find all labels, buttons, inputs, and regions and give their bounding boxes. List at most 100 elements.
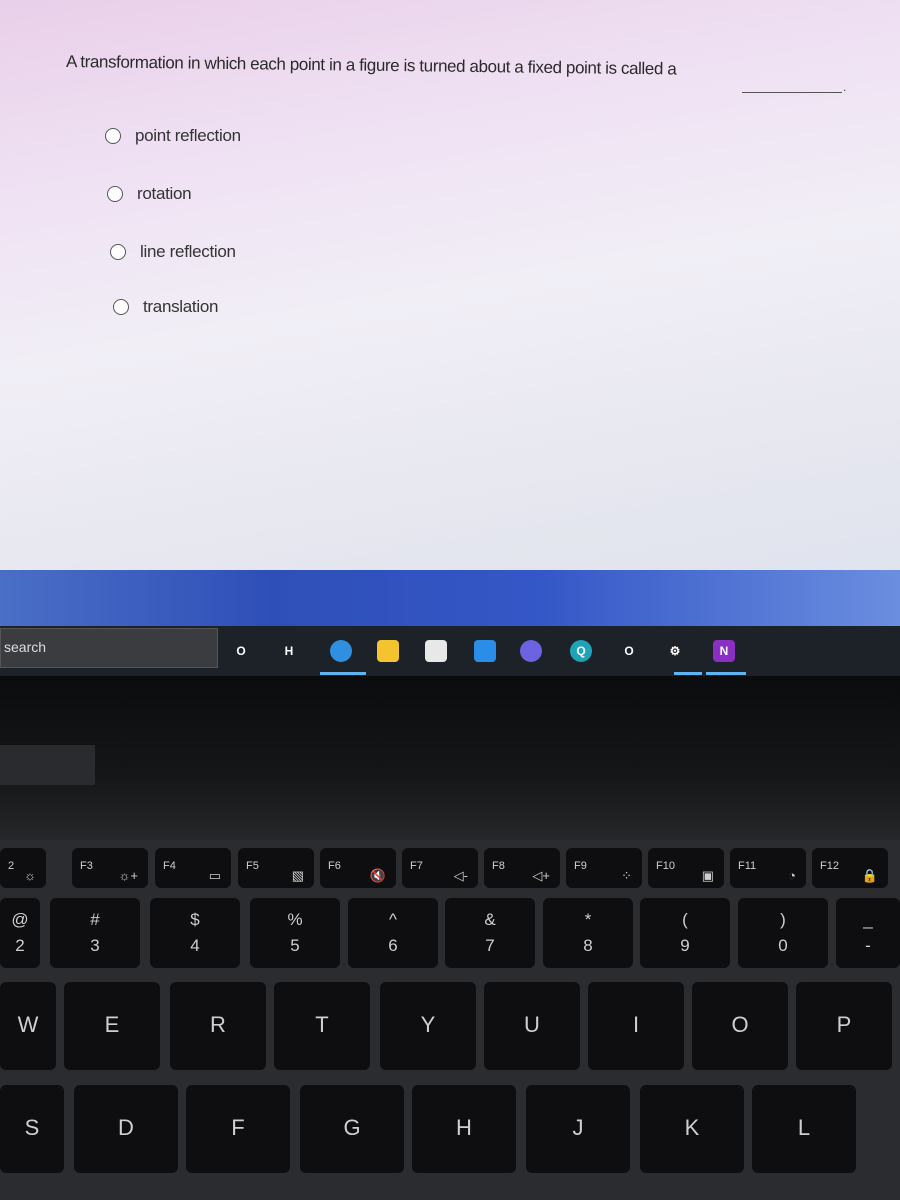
desktop-wallpaper: [0, 570, 900, 630]
onenote-icon[interactable]: N: [713, 640, 735, 662]
file-explorer-icon[interactable]: [377, 640, 399, 662]
key-label: 0: [778, 936, 788, 955]
answer-blank: [742, 92, 842, 93]
key-s[interactable]: S: [0, 1085, 64, 1173]
key-8[interactable]: * 8: [543, 898, 633, 968]
option-translation[interactable]: translation: [113, 297, 218, 317]
key-0[interactable]: ) 0: [738, 898, 828, 968]
key-r[interactable]: R: [170, 982, 266, 1070]
key-label: F: [231, 1115, 245, 1140]
key-label: U: [524, 1012, 540, 1037]
key-h[interactable]: H: [412, 1085, 516, 1173]
key-label: H: [456, 1115, 472, 1140]
key-t[interactable]: T: [274, 982, 370, 1070]
key-2[interactable]: @2: [0, 898, 40, 968]
option-line-reflection[interactable]: line reflection: [110, 242, 236, 262]
key-label: Y: [420, 1012, 436, 1037]
key-k[interactable]: K: [640, 1085, 744, 1173]
key-label: F8: [492, 860, 505, 872]
radio-button[interactable]: [110, 244, 126, 260]
alexa-ring-icon[interactable]: O: [618, 640, 640, 662]
key-2[interactable]: 2 ☼: [0, 848, 46, 888]
key-y[interactable]: Y: [380, 982, 476, 1070]
key-o[interactable]: O: [692, 982, 788, 1070]
key-w[interactable]: W: [0, 982, 56, 1070]
key-f9[interactable]: F9 ⁘: [566, 848, 642, 888]
key-5[interactable]: % 5: [250, 898, 340, 968]
key-label: &: [484, 910, 496, 929]
taskbar-search-box[interactable]: search: [0, 628, 218, 668]
key-f11[interactable]: F11 ◔: [730, 848, 806, 888]
key-label: 5: [290, 936, 300, 955]
key-label: F11: [738, 860, 757, 872]
option-label: point reflection: [135, 126, 241, 145]
laptop-bezel: [0, 676, 900, 841]
key-j[interactable]: J: [526, 1085, 630, 1173]
task-view-icon[interactable]: H: [278, 640, 300, 662]
browser-page: A transformation in which each point in …: [0, 0, 900, 580]
settings-gear-icon[interactable]: ⚙: [664, 640, 686, 662]
key-label: ☼+: [118, 868, 138, 883]
key-label: D: [118, 1115, 134, 1140]
option-label: translation: [143, 297, 219, 316]
app-purple-icon[interactable]: [520, 640, 542, 662]
key-label: @: [11, 910, 29, 929]
radio-button[interactable]: [113, 299, 129, 315]
microsoft-store-icon[interactable]: [425, 640, 447, 662]
key-4[interactable]: $4: [150, 898, 240, 968]
key-label: ▧: [291, 868, 304, 883]
key-label: K: [684, 1115, 700, 1140]
key-label: 9: [680, 936, 690, 955]
key-label: P: [836, 1012, 852, 1037]
radio-button[interactable]: [107, 186, 123, 202]
key-l[interactable]: L: [752, 1085, 856, 1173]
key--[interactable]: _ -: [836, 898, 900, 968]
key-f10[interactable]: F10 ▣: [648, 848, 724, 888]
key-f12[interactable]: F12 🔒: [812, 848, 888, 888]
key-f8[interactable]: F8 ◁+: [484, 848, 560, 888]
question-text: A transformation in which each point in …: [66, 52, 677, 79]
option-point-reflection[interactable]: point reflection: [105, 126, 241, 146]
key-label: W: [17, 1012, 39, 1037]
key-label: L: [797, 1115, 811, 1140]
key-label: ▣: [701, 868, 714, 883]
key-f7[interactable]: F7 ◁-: [402, 848, 478, 888]
key-f5[interactable]: F5 ▧: [238, 848, 314, 888]
key-f[interactable]: F: [186, 1085, 290, 1173]
key-f6[interactable]: F6 🔇: [320, 848, 396, 888]
key-p[interactable]: P: [796, 982, 892, 1070]
key-f3[interactable]: F3 ☼+: [72, 848, 148, 888]
key-label: 4: [190, 936, 200, 955]
key-label: O: [731, 1012, 749, 1037]
key-label: 2: [8, 860, 15, 872]
key-label: 6: [388, 936, 398, 955]
key-u[interactable]: U: [484, 982, 580, 1070]
key-label: S: [24, 1115, 40, 1140]
radio-button[interactable]: [105, 128, 121, 144]
key-label: (: [682, 910, 688, 929]
key-label: 🔇: [369, 868, 386, 883]
key-label: #: [90, 910, 100, 929]
key-label: T: [315, 1012, 329, 1037]
key-6[interactable]: ^ 6: [348, 898, 438, 968]
option-rotation[interactable]: rotation: [107, 184, 192, 204]
keyboard: 2 ☼ F3 ☼+ F4 ▭ F5 ▧ F6 🔇 F7 ◁- F8 ◁+ F9 ⁘ F10 ▣ F11 ◔ F12 🔒 @2…: [0, 840, 900, 1200]
key-3[interactable]: #3: [50, 898, 140, 968]
key-e[interactable]: E: [64, 982, 160, 1070]
search-app-icon[interactable]: Q: [570, 640, 592, 662]
key-label: ◁-: [453, 868, 468, 883]
cortana-circle-icon[interactable]: O: [230, 640, 252, 662]
key-label: ▭: [208, 868, 221, 883]
laptop-hinge: [0, 745, 95, 785]
key-f4[interactable]: F4 ▭: [155, 848, 231, 888]
key-i[interactable]: I: [588, 982, 684, 1070]
key-label: *: [584, 910, 592, 929]
edge-browser-icon[interactable]: [330, 640, 352, 662]
key-9[interactable]: (9: [640, 898, 730, 968]
key-label: 8: [583, 936, 593, 955]
key-g[interactable]: G: [300, 1085, 404, 1173]
key-d[interactable]: D: [74, 1085, 178, 1173]
mail-icon[interactable]: [474, 640, 496, 662]
key-7[interactable]: & 7: [445, 898, 535, 968]
key-label: ◁+: [532, 868, 550, 883]
